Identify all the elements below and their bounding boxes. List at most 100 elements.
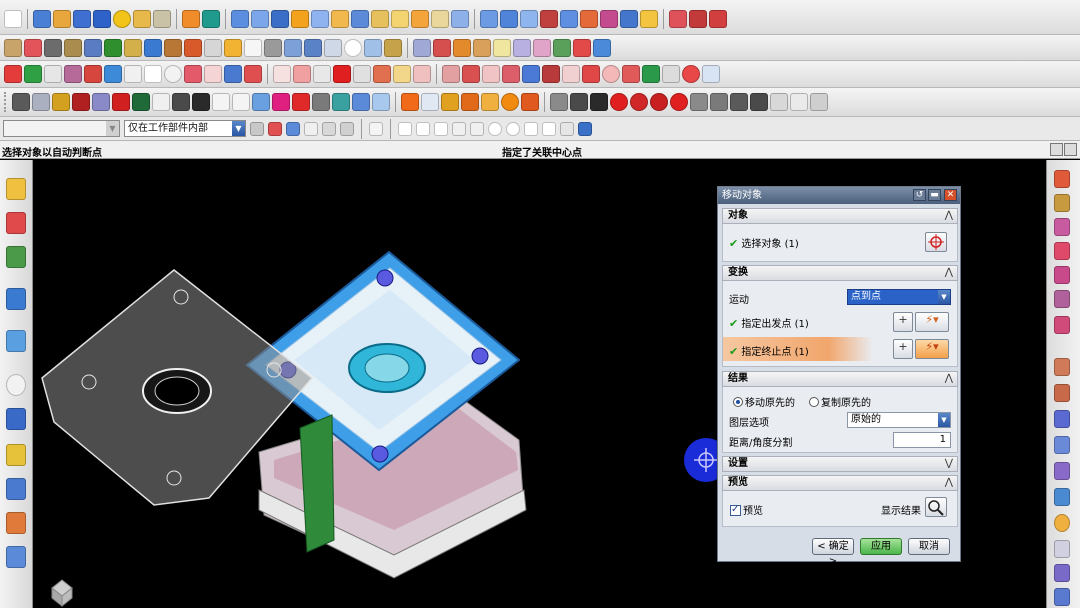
mold-tools-icon[interactable]	[1054, 316, 1070, 334]
target-icon[interactable]	[602, 65, 620, 83]
mid-point-icon[interactable]	[434, 121, 448, 136]
stack-icon[interactable]	[750, 93, 768, 111]
lasso-icon[interactable]	[322, 121, 336, 136]
to-point-row[interactable]: ✔ 指定终止点 (1)	[729, 343, 809, 358]
half-disc-icon[interactable]	[630, 93, 648, 111]
red-cube-icon[interactable]	[292, 93, 310, 111]
slider-icon[interactable]	[573, 38, 591, 57]
frame-icon[interactable]	[44, 65, 62, 83]
flower-icon[interactable]	[522, 65, 540, 83]
point-dialog-button[interactable]: +	[893, 339, 913, 359]
frame-small-icon[interactable]	[152, 93, 170, 111]
ejector-icon[interactable]	[553, 38, 571, 57]
cone-icon[interactable]	[272, 93, 290, 111]
circle-target-icon[interactable]	[164, 65, 182, 83]
control-point-icon[interactable]	[452, 121, 466, 136]
orange-frame-icon[interactable]	[401, 93, 419, 111]
guide-pin[interactable]	[471, 347, 489, 365]
reset-dialog-icon[interactable]: ↺	[913, 189, 926, 201]
board-icon[interactable]	[770, 93, 788, 111]
sprue-icon[interactable]	[332, 93, 350, 111]
point-dialog-button[interactable]: +	[893, 312, 913, 332]
trim-icon[interactable]	[331, 10, 349, 28]
lambda-icon[interactable]	[212, 93, 230, 111]
bridge-icon[interactable]	[620, 10, 638, 28]
layer-icon[interactable]	[184, 38, 202, 57]
mass-icon[interactable]	[244, 38, 262, 57]
drawing-icon[interactable]	[1054, 588, 1070, 606]
preview-checkbox[interactable]: 预览	[730, 502, 763, 517]
plate-icon[interactable]	[64, 65, 82, 83]
rectangle-select-icon[interactable]	[369, 121, 383, 136]
monitor-icon[interactable]	[550, 93, 568, 111]
thicken-icon[interactable]	[311, 10, 329, 28]
gear-icon[interactable]	[250, 121, 264, 136]
copy-original-radio[interactable]: 复制原先的	[809, 394, 871, 409]
resource-bar-toggle-icon[interactable]	[1050, 143, 1063, 156]
erase-icon[interactable]	[293, 65, 311, 83]
reset-icon[interactable]	[340, 121, 354, 136]
template-icon[interactable]	[6, 408, 26, 430]
layout-icon[interactable]	[1054, 266, 1070, 284]
layer-settings-icon[interactable]	[393, 65, 411, 83]
select-all-icon[interactable]	[304, 121, 318, 136]
workpiece-icon[interactable]	[433, 38, 451, 57]
bookmark-icon[interactable]	[461, 93, 479, 111]
dimension-icon[interactable]	[64, 38, 82, 57]
screw-icon[interactable]	[730, 93, 748, 111]
divisions-input[interactable]: 1	[893, 432, 951, 448]
inferred-point-button[interactable]: ⚡▾	[915, 339, 949, 359]
house-icon[interactable]	[84, 65, 102, 83]
ejector-pin-icon[interactable]	[1054, 358, 1070, 376]
curve-icon[interactable]	[480, 10, 498, 28]
crosshair-icon[interactable]	[124, 65, 142, 83]
guide-pin[interactable]	[376, 269, 394, 287]
snap-point-icon[interactable]	[398, 121, 412, 136]
cylinder-icon[interactable]	[33, 10, 51, 28]
section-object-header[interactable]: 对象 ⋀	[722, 208, 958, 224]
select-object-row[interactable]: ✔ 选择对象 (1)	[729, 235, 799, 250]
shell-icon[interactable]	[53, 10, 71, 28]
patch-icon[interactable]	[371, 10, 389, 28]
dark-disc-icon[interactable]	[650, 93, 668, 111]
orange-circle-icon[interactable]	[501, 93, 519, 111]
triangle-icon[interactable]	[364, 38, 382, 57]
intersection-icon[interactable]	[470, 121, 484, 136]
core-icon[interactable]	[493, 38, 511, 57]
mirror-icon[interactable]	[24, 38, 42, 57]
mold-csys-icon[interactable]	[1054, 194, 1070, 212]
arrow-ne-icon[interactable]	[582, 65, 600, 83]
lamp-icon[interactable]	[790, 93, 808, 111]
bounded-grid-icon[interactable]	[578, 121, 592, 136]
system-scene-icon[interactable]	[6, 546, 26, 568]
palette-icon[interactable]	[6, 444, 26, 466]
scope-filter-dropdown[interactable]: 仅在工作部件内部 ▼	[124, 120, 246, 137]
collapse-dialog-icon[interactable]: ▬	[928, 189, 941, 201]
text-icon[interactable]	[662, 65, 680, 83]
pencil-icon[interactable]	[442, 65, 460, 83]
runner-icon[interactable]	[1054, 436, 1070, 454]
split-icon[interactable]	[351, 10, 369, 28]
guide-pin[interactable]	[371, 445, 389, 463]
bolt-icon[interactable]	[353, 65, 371, 83]
list-icon[interactable]	[304, 38, 322, 57]
mold-wizard-icon[interactable]	[413, 38, 431, 57]
new-file-icon[interactable]	[4, 10, 22, 28]
pin-icon[interactable]	[192, 93, 210, 111]
visualization-icon[interactable]	[6, 478, 26, 500]
extension-icon[interactable]	[640, 10, 658, 28]
offset-icon[interactable]	[271, 10, 289, 28]
mold-base-icon[interactable]	[513, 38, 531, 57]
prism-icon[interactable]	[92, 93, 110, 111]
chart-icon[interactable]	[164, 38, 182, 57]
wand-icon[interactable]	[462, 65, 480, 83]
resource-bar-pin-icon[interactable]	[1064, 143, 1077, 156]
sew-icon[interactable]	[391, 10, 409, 28]
end-point-icon[interactable]	[416, 121, 430, 136]
section-settings-header[interactable]: 设置 ⋁	[722, 456, 958, 472]
grid-dots-icon[interactable]	[542, 65, 560, 83]
section-preview-header[interactable]: 预览 ⋀	[722, 475, 958, 491]
duplicate-icon[interactable]	[372, 93, 390, 111]
hourglass-icon[interactable]	[384, 38, 402, 57]
sheet-icon[interactable]	[251, 10, 269, 28]
